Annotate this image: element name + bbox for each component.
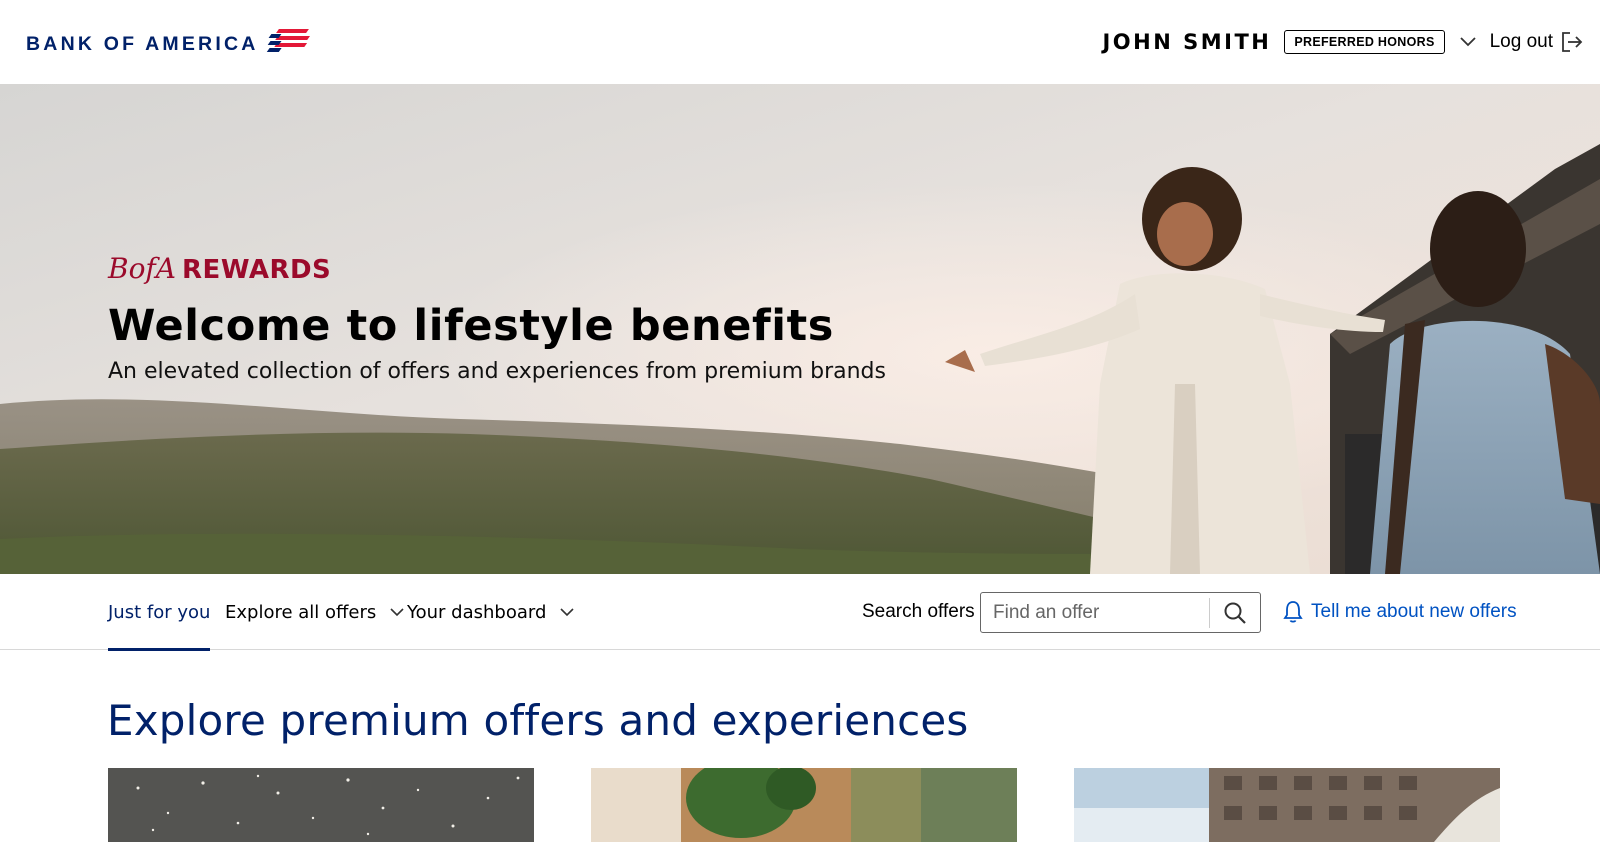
- user-area: JOHN SMITH PREFERRED HONORS Log out: [1102, 26, 1584, 58]
- tab-explore-all-offers[interactable]: Explore all offers: [225, 574, 404, 650]
- offer-card-photo: [108, 768, 534, 842]
- chevron-down-icon: [560, 607, 574, 617]
- offers-subnav: Just for you Explore all offers Your das…: [0, 574, 1600, 651]
- bank-of-america-logo[interactable]: BANK OF AMERICA: [26, 26, 313, 56]
- hero-subtitle: An elevated collection of offers and exp…: [108, 359, 886, 384]
- hero-title: Welcome to lifestyle benefits: [108, 301, 834, 351]
- bofa-rewards-logo: BofA REWARDS: [108, 252, 886, 285]
- hero-content: BofA REWARDS Welcome to lifestyle benefi…: [108, 252, 886, 384]
- offer-card-image[interactable]: [1074, 768, 1500, 842]
- search-button[interactable]: [1210, 594, 1260, 631]
- hero-banner: BofA REWARDS Welcome to lifestyle benefi…: [0, 84, 1600, 574]
- bell-icon: [1283, 601, 1303, 623]
- logout-icon: [1562, 32, 1583, 52]
- search-input[interactable]: [981, 594, 1209, 631]
- tab-label: Your dashboard: [407, 601, 547, 623]
- tab-label: Explore all offers: [225, 601, 377, 623]
- tab-label: Just for you: [108, 601, 211, 623]
- tab-just-for-you[interactable]: Just for you: [108, 574, 211, 651]
- rewards-brand-word: REWARDS: [182, 255, 332, 285]
- offer-card-photo: [591, 768, 1017, 842]
- notify-new-offers-link[interactable]: Tell me about new offers: [1283, 574, 1517, 650]
- account-menu-toggle[interactable]: [1456, 30, 1480, 54]
- tab-your-dashboard[interactable]: Your dashboard: [407, 574, 574, 650]
- section-title: Explore premium offers and experiences: [107, 696, 969, 745]
- bofa-flag-logo-icon: [266, 29, 310, 52]
- logout-button[interactable]: Log out: [1490, 30, 1584, 54]
- offer-card-image[interactable]: [108, 768, 534, 842]
- search-box: [980, 592, 1261, 633]
- tier-badge: PREFERRED HONORS: [1284, 30, 1445, 54]
- user-name: JOHN SMITH: [1102, 30, 1272, 54]
- logo-text: BANK OF AMERICA: [26, 32, 259, 55]
- top-header: BANK OF AMERICA JOHN SMITH PREFERRED HON…: [0, 0, 1600, 84]
- offer-card-photo: [1074, 768, 1500, 842]
- chevron-down-icon: [1459, 37, 1476, 47]
- search-icon: [1224, 602, 1246, 624]
- offer-card-image[interactable]: [591, 768, 1017, 842]
- rewards-brand-prefix: BofA: [108, 252, 177, 285]
- logout-label: Log out: [1489, 31, 1553, 52]
- chevron-down-icon: [390, 607, 404, 617]
- search-label: Search offers: [862, 601, 975, 622]
- notify-label: Tell me about new offers: [1311, 601, 1517, 622]
